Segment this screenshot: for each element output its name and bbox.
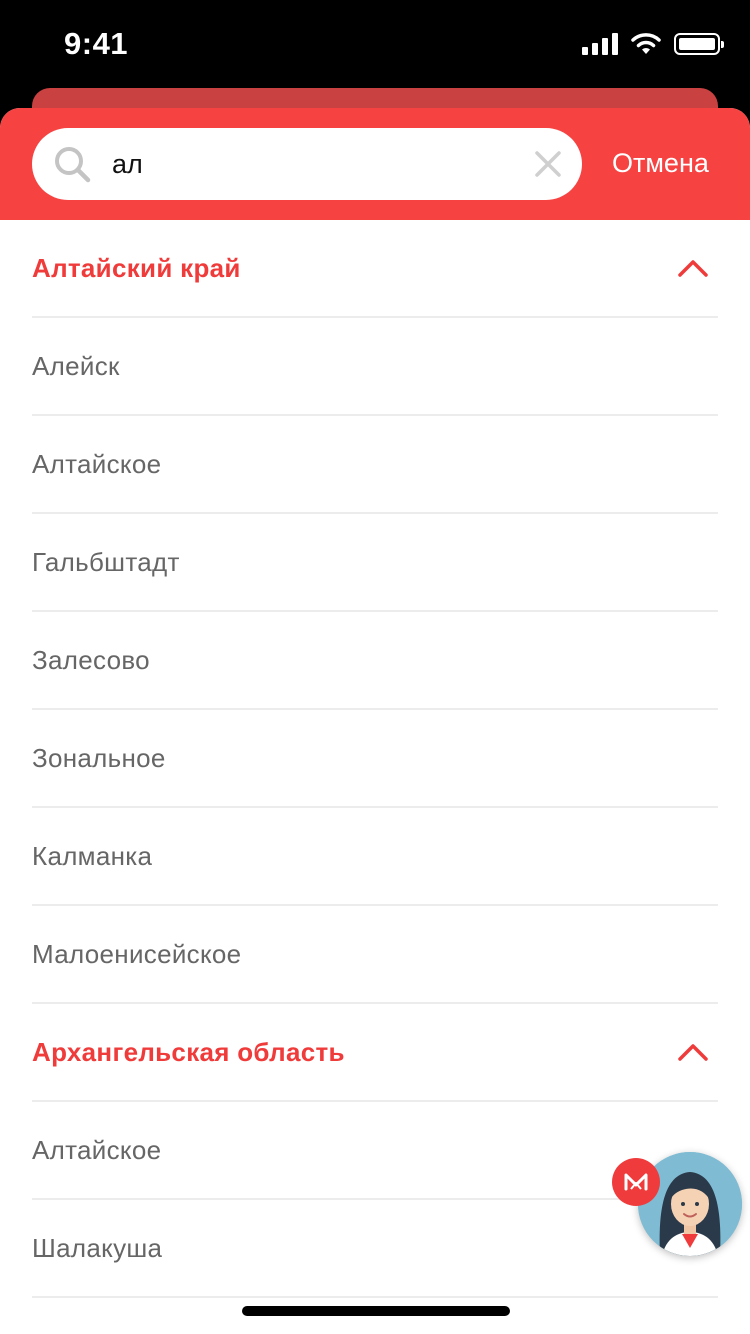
city-name: Шалакуша (32, 1232, 163, 1263)
clear-icon[interactable] (534, 150, 562, 178)
city-name: Алтайское (32, 1134, 162, 1165)
city-name: Алейск (32, 350, 120, 381)
city-item[interactable]: Алейск (32, 318, 718, 416)
city-item[interactable]: Гальбштадт (32, 514, 718, 612)
assistant-button[interactable] (612, 1152, 744, 1260)
city-name: Залесово (32, 644, 150, 675)
region-name: Архангельская область (32, 1036, 345, 1067)
city-name: Алтайское (32, 448, 162, 479)
region-name: Алтайский край (32, 252, 241, 283)
search-box[interactable] (32, 128, 582, 200)
city-name: Зональное (32, 742, 166, 773)
city-item[interactable]: Калманка (32, 808, 718, 906)
city-item[interactable]: Залесово (32, 612, 718, 710)
search-icon (55, 147, 91, 183)
city-search-sheet: Отмена Алтайский край Алейск Алтайское Г… (0, 108, 750, 1334)
chevron-up-icon[interactable] (678, 1042, 708, 1062)
signal-icon (582, 33, 618, 55)
search-input[interactable] (112, 142, 512, 186)
city-item[interactable]: Алтайское (32, 416, 718, 514)
region-header[interactable]: Алтайский край (32, 220, 718, 318)
wifi-icon (631, 33, 661, 54)
chevron-up-icon[interactable] (678, 258, 708, 278)
city-name: Малоенисейское (32, 938, 242, 969)
brand-logo-icon (612, 1158, 660, 1206)
status-time: 9:41 (64, 26, 129, 61)
city-list: Алтайский край Алейск Алтайское Гальбшта… (32, 220, 718, 1298)
city-item[interactable]: Зональное (32, 710, 718, 808)
home-indicator (242, 1306, 510, 1316)
city-name: Калманка (32, 840, 153, 871)
battery-icon (674, 33, 724, 55)
city-name: Гальбштадт (32, 546, 180, 577)
city-item[interactable]: Малоенисейское (32, 906, 718, 1004)
search-header: Отмена (0, 108, 750, 220)
region-header[interactable]: Архангельская область (32, 1004, 718, 1102)
status-bar: 9:41 (0, 0, 750, 88)
status-icons (582, 32, 724, 56)
cancel-button[interactable]: Отмена (612, 148, 709, 179)
